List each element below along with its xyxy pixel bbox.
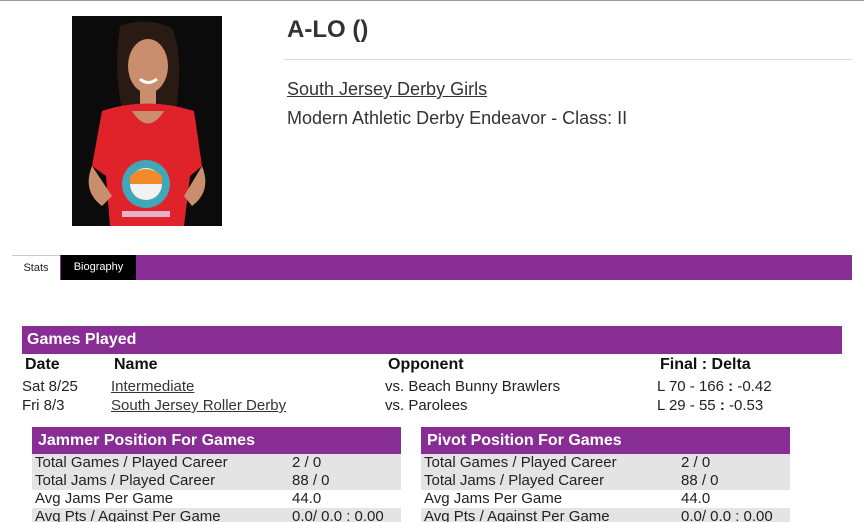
stat-label: Avg Pts / Against Per Game xyxy=(35,508,221,522)
game-final-delta: L 29 - 55 : -0.53 xyxy=(657,397,763,414)
stat-value: 44.0 xyxy=(681,490,711,507)
stat-row: Avg Jams Per Game 44.0 xyxy=(421,490,790,508)
game-opponent: vs. Beach Bunny Brawlers xyxy=(385,378,561,395)
stat-value: 2 / 0 xyxy=(292,454,322,471)
stat-label: Total Jams / Played Career xyxy=(35,472,216,489)
stat-label: Total Games / Played Career xyxy=(424,454,617,471)
tab-stats[interactable]: Stats xyxy=(12,255,60,280)
stat-value: 88 / 0 xyxy=(292,472,330,489)
game-final-score: L 29 - 55 xyxy=(657,397,716,414)
game-name-link[interactable]: South Jersey Roller Derby xyxy=(111,397,286,414)
team-link[interactable]: South Jersey Derby Girls xyxy=(287,79,487,100)
jammer-position-panel: Jammer Position For Games Total Games / … xyxy=(32,427,401,522)
game-final-delta: L 70 - 166 : -0.42 xyxy=(657,378,772,395)
stat-row: Total Jams / Played Career 88 / 0 xyxy=(421,472,790,490)
column-header-name: Name xyxy=(114,356,158,373)
tab-biography[interactable]: Biography xyxy=(61,255,136,280)
game-final-score: L 70 - 166 xyxy=(657,378,724,395)
column-header-opponent: Opponent xyxy=(388,356,464,373)
stat-value: 2 / 0 xyxy=(681,454,711,471)
stat-value: 0.0/ 0.0 : 0.00 xyxy=(681,508,773,522)
stat-label: Avg Jams Per Game xyxy=(35,490,174,507)
game-date: Fri 8/3 xyxy=(22,397,65,414)
column-header-date: Date xyxy=(25,356,60,373)
top-divider xyxy=(0,0,864,1)
stat-label: Total Jams / Played Career xyxy=(424,472,605,489)
stat-row: Avg Pts / Against Per Game 0.0/ 0.0 : 0.… xyxy=(32,508,401,522)
pivot-position-header: Pivot Position For Games xyxy=(421,427,790,454)
stat-row: Total Jams / Played Career 88 / 0 xyxy=(32,472,401,490)
name-divider xyxy=(283,59,853,60)
profile-tab-bar: Stats Biography xyxy=(12,255,852,280)
league-class: Modern Athletic Derby Endeavor - Class: … xyxy=(287,108,628,128)
game-delta: -0.42 xyxy=(737,378,772,395)
skater-photo xyxy=(72,16,222,226)
jammer-position-header: Jammer Position For Games xyxy=(32,427,401,454)
stat-value: 0.0/ 0.0 : 0.00 xyxy=(292,508,384,522)
skater-name: A-LO () xyxy=(287,16,369,43)
score-delta-separator: : xyxy=(719,397,725,414)
stat-value: 88 / 0 xyxy=(681,472,719,489)
stat-row: Avg Jams Per Game 44.0 xyxy=(32,490,401,508)
pivot-position-panel: Pivot Position For Games Total Games / P… xyxy=(421,427,790,522)
stat-label: Total Games / Played Career xyxy=(35,454,228,471)
stat-label: Avg Pts / Against Per Game xyxy=(424,508,610,522)
stat-label: Avg Jams Per Game xyxy=(424,490,563,507)
score-delta-separator: : xyxy=(728,378,734,395)
game-date: Sat 8/25 xyxy=(22,378,78,395)
stat-row: Total Games / Played Career 2 / 0 xyxy=(421,454,790,472)
stat-row: Avg Pts / Against Per Game 0.0/ 0.0 : 0.… xyxy=(421,508,790,522)
game-name-link[interactable]: Intermediate xyxy=(111,378,194,395)
stat-value: 44.0 xyxy=(292,490,322,507)
column-header-final-delta: Final : Delta xyxy=(660,356,751,373)
stat-row: Total Games / Played Career 2 / 0 xyxy=(32,454,401,472)
games-played-header: Games Played xyxy=(22,326,842,354)
game-opponent: vs. Parolees xyxy=(385,397,468,414)
game-delta: -0.53 xyxy=(729,397,764,414)
